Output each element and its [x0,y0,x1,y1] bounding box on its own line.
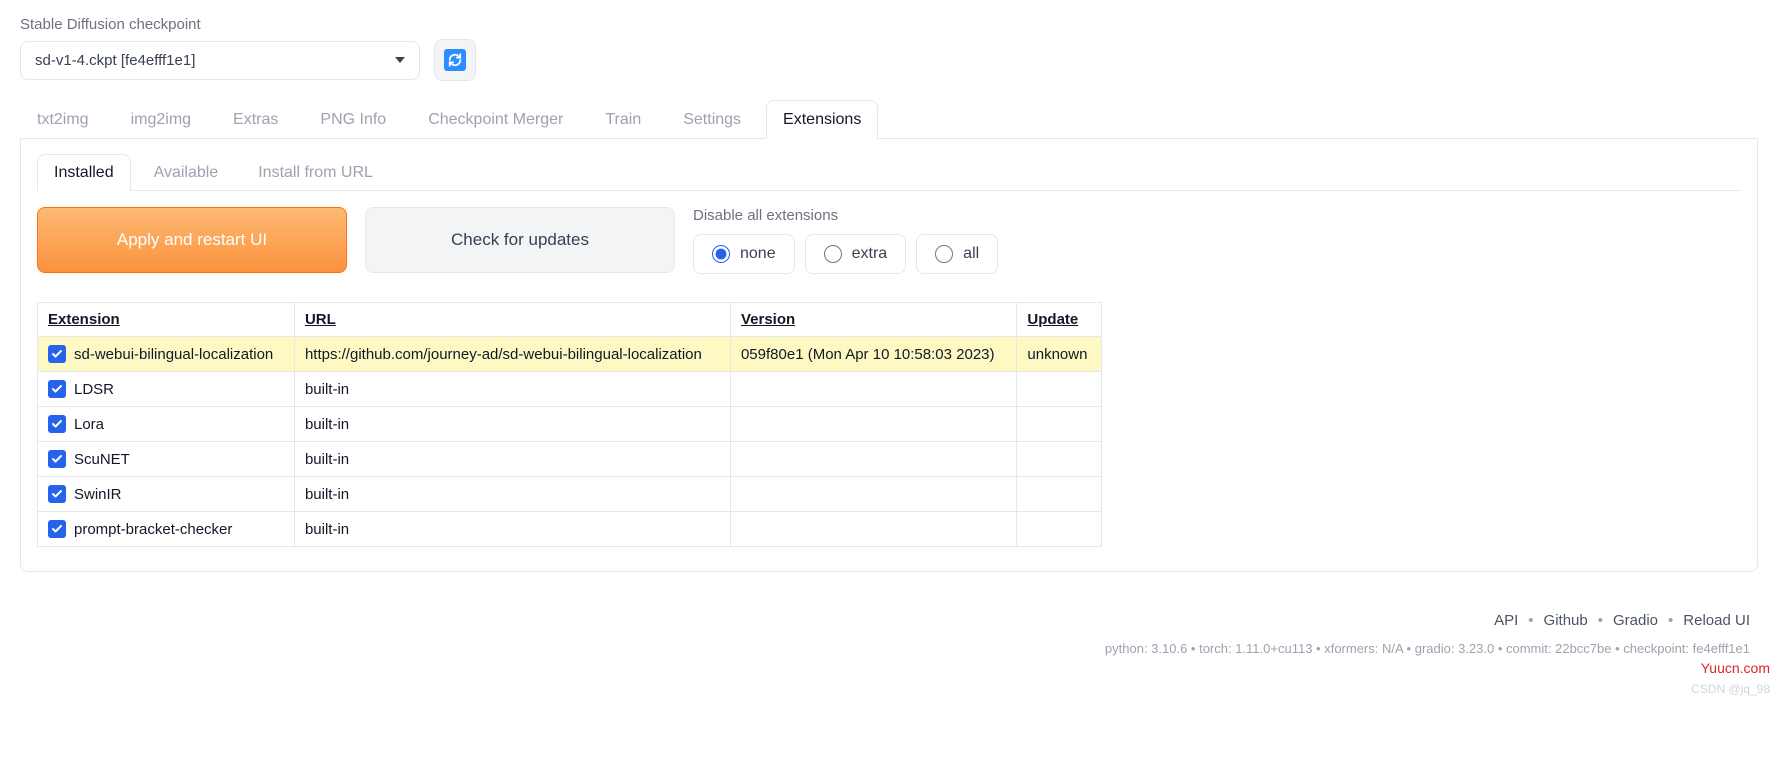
disable-extensions-radios: noneextraall [693,234,998,274]
col-url[interactable]: URL [294,303,730,337]
extension-name: ScuNET [74,451,130,468]
extension-update [1017,372,1102,407]
extension-update [1017,407,1102,442]
checkbox[interactable] [48,520,66,538]
tab-extensions[interactable]: Extensions [766,100,878,139]
sub-tabs: InstalledAvailableInstall from URL [37,153,1741,191]
tab-png-info[interactable]: PNG Info [303,100,403,139]
disable-extensions-label: Disable all extensions [693,207,998,224]
extension-name: SwinIR [74,486,122,503]
table-row: Lora built-in [38,407,1102,442]
extension-name: sd-webui-bilingual-localization [74,346,273,363]
extension-version [730,512,1016,547]
extension-name: prompt-bracket-checker [74,521,232,538]
tab-settings[interactable]: Settings [666,100,758,139]
footer-links: API•Github•Gradio•Reload UI [0,604,1778,637]
checkpoint-selected-value: sd-v1-4.ckpt [fe4efff1e1] [35,52,195,69]
checkbox[interactable] [48,380,66,398]
table-row: SwinIR built-in [38,477,1102,512]
extension-update: unknown [1017,337,1102,372]
tab-txt2img[interactable]: txt2img [20,100,106,139]
extension-version [730,372,1016,407]
extension-version [730,442,1016,477]
table-row: ScuNET built-in [38,442,1102,477]
checkbox[interactable] [48,415,66,433]
col-extension[interactable]: Extension [38,303,295,337]
extension-name: Lora [74,416,104,433]
refresh-icon [444,49,466,71]
table-row: prompt-bracket-checker built-in [38,512,1102,547]
chevron-down-icon [395,57,405,63]
subtab-install-from-url[interactable]: Install from URL [241,154,390,191]
check-updates-button[interactable]: Check for updates [365,207,675,273]
table-row: sd-webui-bilingual-localization https://g… [38,337,1102,372]
footer-link-api[interactable]: API [1494,612,1518,629]
subtab-available[interactable]: Available [137,154,236,191]
extension-url: https://github.com/journey-ad/sd-webui-b… [294,337,730,372]
extensions-panel: InstalledAvailableInstall from URL Apply… [20,139,1758,572]
table-row: LDSR built-in [38,372,1102,407]
tab-img2img[interactable]: img2img [114,100,208,139]
radio-extra[interactable]: extra [805,234,907,274]
extension-url: built-in [294,407,730,442]
extensions-table: ExtensionURLVersionUpdate sd-webui-bilin… [37,302,1102,547]
extension-version [730,407,1016,442]
main-tabs: txt2imgimg2imgExtrasPNG InfoCheckpoint M… [20,99,1758,139]
col-version[interactable]: Version [730,303,1016,337]
subtab-installed[interactable]: Installed [37,154,131,191]
checkbox[interactable] [48,345,66,363]
apply-restart-button[interactable]: Apply and restart UI [37,207,347,273]
extension-version [730,477,1016,512]
footer-info: python: 3.10.6 • torch: 1.11.0+cu113 • x… [0,637,1778,660]
extension-update [1017,512,1102,547]
watermark-csdn: CSDN @jq_98 [1691,682,1770,696]
extension-url: built-in [294,372,730,407]
radio-input-extra[interactable] [824,245,842,263]
extension-url: built-in [294,442,730,477]
extension-url: built-in [294,477,730,512]
footer-link-github[interactable]: Github [1544,612,1588,629]
footer-link-gradio[interactable]: Gradio [1613,612,1658,629]
checkbox[interactable] [48,485,66,503]
checkpoint-select[interactable]: sd-v1-4.ckpt [fe4efff1e1] [20,41,420,80]
extension-url: built-in [294,512,730,547]
radio-all[interactable]: all [916,234,998,274]
col-update[interactable]: Update [1017,303,1102,337]
checkpoint-label: Stable Diffusion checkpoint [20,16,1758,33]
watermark-yuucn: Yuucn.com [1701,660,1770,676]
radio-none[interactable]: none [693,234,795,274]
tab-extras[interactable]: Extras [216,100,295,139]
checkbox[interactable] [48,450,66,468]
tab-train[interactable]: Train [588,100,658,139]
extension-update [1017,477,1102,512]
refresh-button[interactable] [434,39,476,81]
footer-link-reload-ui[interactable]: Reload UI [1683,612,1750,629]
radio-input-all[interactable] [935,245,953,263]
extension-name: LDSR [74,381,114,398]
extension-update [1017,442,1102,477]
radio-input-none[interactable] [712,245,730,263]
tab-checkpoint-merger[interactable]: Checkpoint Merger [411,100,580,139]
extension-version: 059f80e1 (Mon Apr 10 10:58:03 2023) [730,337,1016,372]
